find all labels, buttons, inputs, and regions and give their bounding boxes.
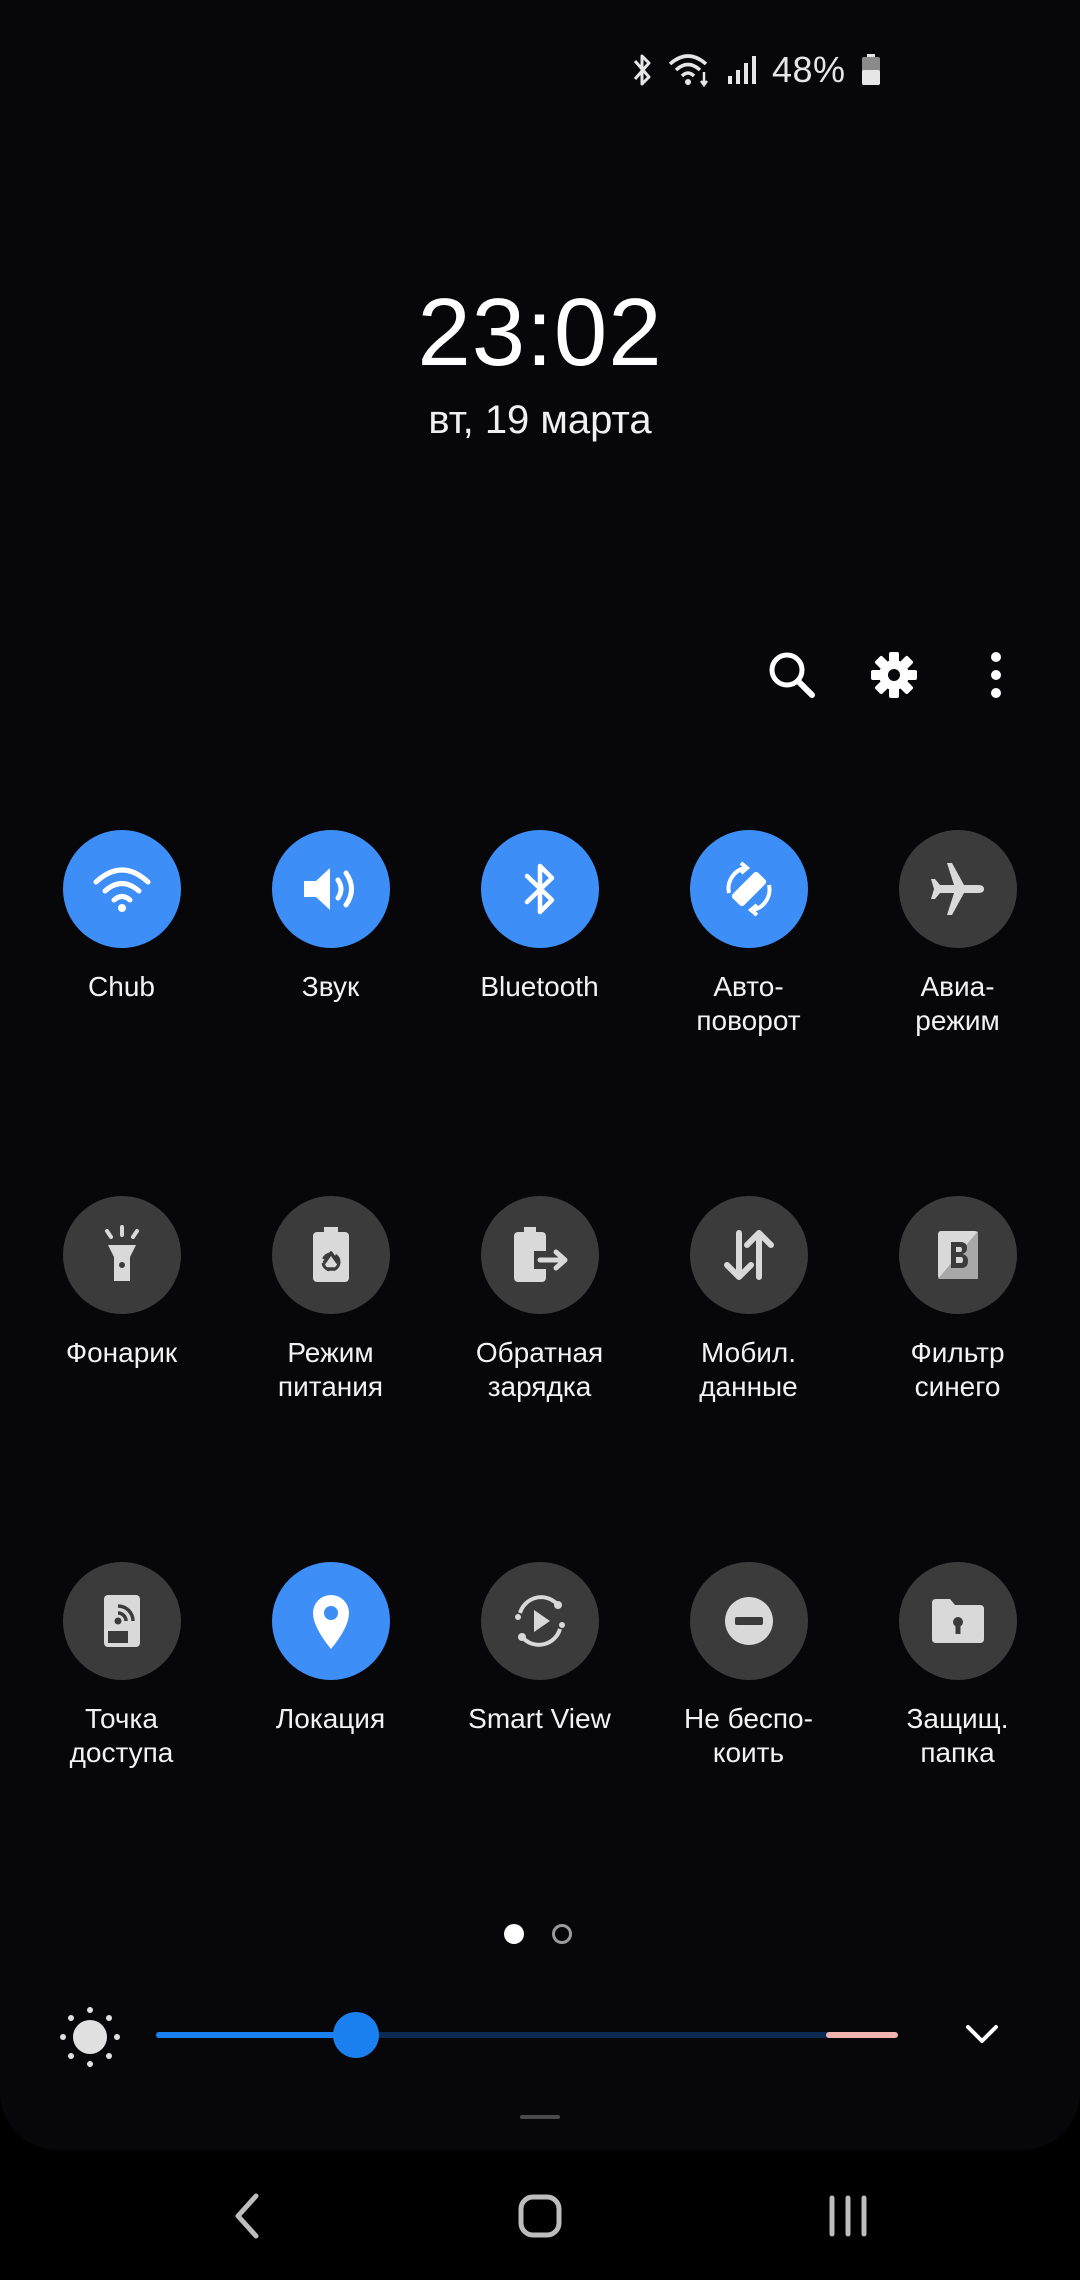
clock-time[interactable]: 23:02: [0, 278, 1080, 388]
volume-icon: [300, 863, 362, 915]
expand-button[interactable]: [964, 2016, 1000, 2057]
brightness-slider-warm-segment: [826, 2032, 898, 2038]
tile-bluetooth-toggle[interactable]: [480, 830, 599, 948]
tile-power-mode[interactable]: Режим питания: [226, 1196, 435, 1404]
tile-label: Защищ. папка: [906, 1703, 1009, 1768]
page-indicator: [504, 1924, 572, 1944]
location-icon: [309, 1591, 353, 1651]
power-mode-icon: [309, 1225, 353, 1285]
tile-location[interactable]: Локация: [226, 1562, 435, 1736]
bluetooth-icon: [630, 52, 654, 88]
tile-hotspot-toggle[interactable]: [62, 1562, 181, 1680]
tile-label: Фонарик: [65, 1337, 178, 1368]
tile-bluetooth[interactable]: Bluetooth: [435, 830, 644, 1004]
tile-smart-view[interactable]: Smart View: [435, 1562, 644, 1736]
tile-do-not-disturb-toggle[interactable]: [689, 1562, 808, 1680]
tile-auto-rotate-toggle[interactable]: [689, 830, 808, 948]
tile-power-mode-toggle[interactable]: [271, 1196, 390, 1314]
tile-label: Авто- поворот: [696, 971, 801, 1036]
tile-mobile-data-toggle[interactable]: [689, 1196, 808, 1314]
search-icon: [766, 649, 818, 706]
tile-label: Не беспо- коить: [684, 1703, 813, 1768]
recent-apps-icon: [826, 2194, 870, 2243]
brightness-slider-thumb[interactable]: [333, 2012, 380, 2058]
secure-folder-icon: [928, 1595, 988, 1647]
tile-wifi[interactable]: Chub: [17, 830, 226, 1004]
tile-mobile-data[interactable]: Мобил. данные: [644, 1196, 853, 1404]
tile-secure-folder-toggle[interactable]: [898, 1562, 1017, 1680]
wifi-icon: [668, 52, 712, 88]
battery-icon: [860, 52, 882, 88]
tile-flashlight-toggle[interactable]: [62, 1196, 181, 1314]
tile-label: Авиа- режим: [915, 971, 1000, 1036]
back-chevron-icon: [232, 2192, 264, 2245]
page-dot-inactive[interactable]: [552, 1924, 572, 1944]
wifi-icon: [92, 864, 152, 914]
tile-airplane-mode[interactable]: Авиа- режим: [853, 830, 1062, 1038]
do-not-disturb-icon: [723, 1595, 775, 1647]
brightness-slider-fill: [156, 2032, 357, 2038]
tile-label: Smart View: [468, 1703, 611, 1734]
auto-rotate-icon: [719, 859, 779, 919]
recent-apps-button[interactable]: [818, 2188, 878, 2248]
hotspot-icon: [98, 1591, 146, 1651]
airplane-icon: [928, 859, 988, 919]
home-button[interactable]: [510, 2188, 570, 2248]
panel-drag-handle[interactable]: [520, 2115, 560, 2119]
tile-secure-folder[interactable]: Защищ. папка: [853, 1562, 1062, 1770]
home-icon: [517, 2193, 563, 2244]
bluetooth-icon: [520, 861, 560, 917]
smart-view-icon: [510, 1591, 570, 1651]
tile-do-not-disturb[interactable]: Не беспо- коить: [644, 1562, 853, 1770]
brightness-icon[interactable]: [58, 2005, 122, 2074]
battery-percentage: 48%: [772, 49, 846, 90]
settings-button[interactable]: [862, 645, 926, 709]
tile-label: Обратная зарядка: [475, 1337, 604, 1402]
tile-auto-rotate[interactable]: Авто- поворот: [644, 830, 853, 1038]
tile-label: Bluetooth: [480, 971, 599, 1002]
tile-sound[interactable]: Звук: [226, 830, 435, 1004]
brightness-slider[interactable]: [156, 2012, 898, 2058]
tile-label: Режим питания: [277, 1337, 384, 1402]
more-options-button[interactable]: [964, 645, 1028, 709]
tile-label: Мобил. данные: [699, 1337, 798, 1402]
tile-label: Chub: [88, 971, 155, 1002]
search-button[interactable]: [760, 645, 824, 709]
clock-date[interactable]: вт, 19 марта: [0, 398, 1080, 443]
tile-hotspot[interactable]: Точка доступа: [17, 1562, 226, 1770]
tile-reverse-charging-toggle[interactable]: [480, 1196, 599, 1314]
tile-airplane-mode-toggle[interactable]: [898, 830, 1017, 948]
back-button[interactable]: [218, 2188, 278, 2248]
tile-flashlight[interactable]: Фонарик: [17, 1196, 226, 1370]
tile-blue-light-filter[interactable]: Фильтр синего: [853, 1196, 1062, 1404]
mobile-data-icon: [721, 1227, 777, 1283]
tile-smart-view-toggle[interactable]: [480, 1562, 599, 1680]
tile-label: Точка доступа: [69, 1703, 174, 1768]
tile-label: Фильтр синего: [910, 1337, 1005, 1402]
page-dot-active[interactable]: [504, 1924, 524, 1944]
tile-label: Локация: [275, 1703, 386, 1734]
tile-label: Звук: [301, 971, 360, 1002]
settings-gear-icon: [868, 649, 920, 706]
tile-reverse-charging[interactable]: Обратная зарядка: [435, 1196, 644, 1404]
status-bar: 48%: [630, 48, 882, 92]
flashlight-icon: [98, 1225, 146, 1285]
more-vertical-icon: [986, 649, 1006, 706]
tile-sound-toggle[interactable]: [271, 830, 390, 948]
chevron-down-icon: [964, 2025, 1000, 2056]
blue-light-filter-icon: [934, 1227, 982, 1283]
tile-wifi-toggle[interactable]: [62, 830, 181, 948]
signal-icon: [726, 52, 758, 88]
tile-blue-light-filter-toggle[interactable]: [898, 1196, 1017, 1314]
quick-panel: 48% 23:02 вт, 19 марта Chub Звук Bluetoo…: [0, 0, 1080, 2150]
tile-location-toggle[interactable]: [271, 1562, 390, 1680]
reverse-charging-icon: [510, 1225, 570, 1285]
